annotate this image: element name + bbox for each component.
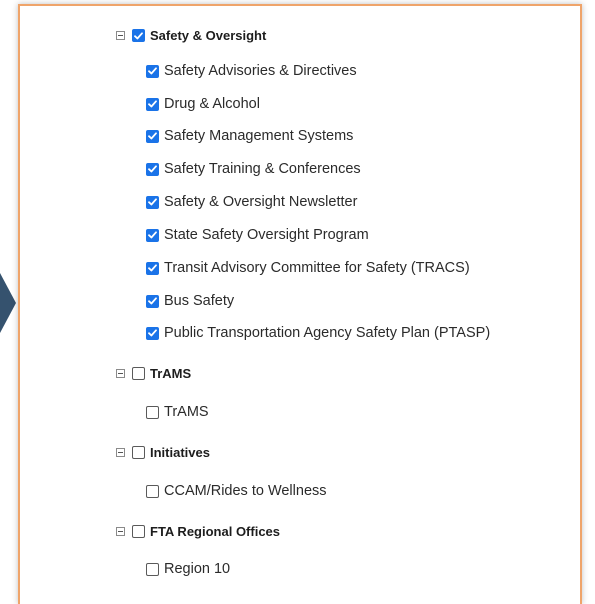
- item-checkbox[interactable]: [146, 326, 159, 340]
- group-label: Safety & Oversight: [150, 28, 267, 43]
- item-label: Safety & Oversight Newsletter: [164, 194, 358, 210]
- item-checkbox[interactable]: [146, 405, 159, 419]
- item-checkbox[interactable]: [146, 97, 159, 111]
- item-checkbox[interactable]: [146, 484, 159, 498]
- subscription-topics-panel: Safety & Oversight Safety Advisories & D…: [18, 4, 582, 604]
- group-label: TrAMS: [150, 366, 192, 381]
- item-label: Safety Advisories & Directives: [164, 63, 357, 79]
- group-fta-regional-offices: FTA Regional Offices: [116, 524, 280, 539]
- list-item[interactable]: Bus Safety: [146, 293, 234, 309]
- side-arrow-icon: [0, 273, 16, 333]
- item-checkbox[interactable]: [146, 261, 159, 275]
- list-item[interactable]: TrAMS: [146, 404, 209, 420]
- group-checkbox[interactable]: [132, 367, 145, 380]
- list-item[interactable]: Transit Advisory Committee for Safety (T…: [146, 260, 470, 276]
- item-checkbox[interactable]: [146, 294, 159, 308]
- item-label: Safety Training & Conferences: [164, 161, 361, 177]
- group-label: FTA Regional Offices: [150, 524, 281, 539]
- list-item[interactable]: Region 10: [146, 561, 230, 577]
- group-checkbox[interactable]: [132, 29, 145, 42]
- list-item[interactable]: Safety Training & Conferences: [146, 161, 361, 177]
- group-checkbox[interactable]: [132, 525, 145, 538]
- list-item[interactable]: Safety & Oversight Newsletter: [146, 194, 357, 210]
- list-item[interactable]: Drug & Alcohol: [146, 96, 260, 112]
- item-checkbox[interactable]: [146, 64, 159, 78]
- group-label: Initiatives: [150, 445, 210, 460]
- group-trams: TrAMS: [116, 366, 191, 381]
- collapse-toggle-icon[interactable]: [116, 448, 125, 457]
- item-label: Bus Safety: [164, 293, 235, 309]
- collapse-toggle-icon[interactable]: [116, 527, 125, 536]
- item-checkbox[interactable]: [146, 228, 159, 242]
- item-label: State Safety Oversight Program: [164, 227, 369, 243]
- list-item[interactable]: Public Transportation Agency Safety Plan…: [146, 325, 490, 341]
- list-item[interactable]: Safety Advisories & Directives: [146, 63, 357, 79]
- item-label: Drug & Alcohol: [164, 96, 260, 112]
- group-checkbox[interactable]: [132, 446, 145, 459]
- group-safety-oversight: Safety & Oversight: [116, 28, 266, 43]
- item-label: Public Transportation Agency Safety Plan…: [164, 325, 491, 341]
- collapse-toggle-icon[interactable]: [116, 369, 125, 378]
- item-label: Safety Management Systems: [164, 128, 354, 144]
- collapse-toggle-icon[interactable]: [116, 31, 125, 40]
- list-item[interactable]: Safety Management Systems: [146, 128, 353, 144]
- list-item[interactable]: State Safety Oversight Program: [146, 227, 369, 243]
- item-label: CCAM/Rides to Wellness: [164, 483, 327, 499]
- item-checkbox[interactable]: [146, 562, 159, 576]
- item-checkbox[interactable]: [146, 162, 159, 176]
- item-label: TrAMS: [164, 404, 209, 420]
- item-label: Region 10: [164, 561, 231, 577]
- list-item[interactable]: CCAM/Rides to Wellness: [146, 483, 327, 499]
- group-initiatives: Initiatives: [116, 445, 210, 460]
- item-label: Transit Advisory Committee for Safety (T…: [164, 260, 470, 276]
- item-checkbox[interactable]: [146, 129, 159, 143]
- item-checkbox[interactable]: [146, 195, 159, 209]
